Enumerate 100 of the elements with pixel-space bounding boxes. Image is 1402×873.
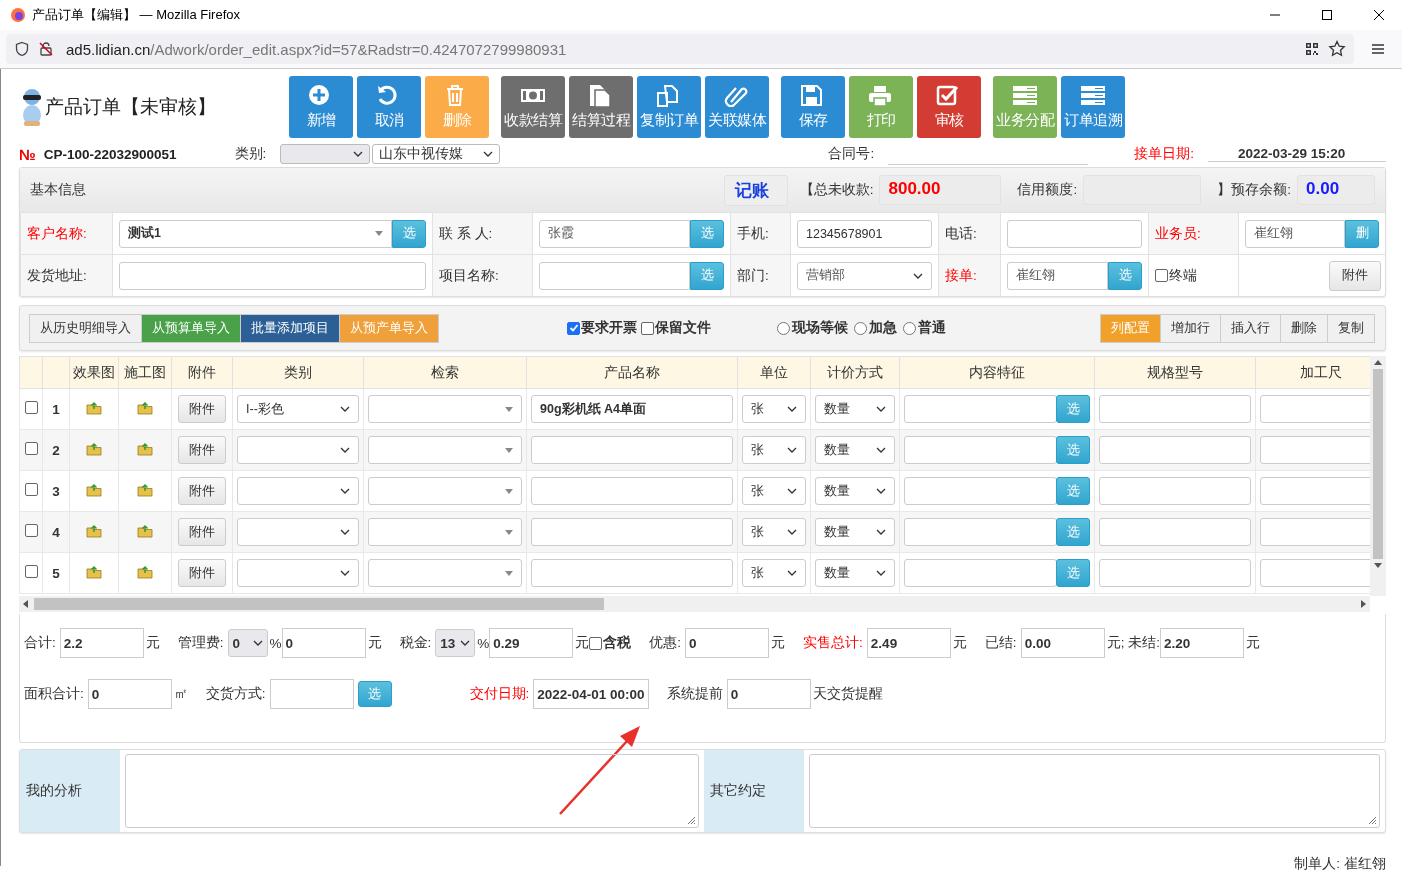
column-header: 计价方式 — [810, 356, 900, 389]
creator-name: 崔红翎 — [1344, 855, 1386, 873]
unit-label: 天交货提醒 — [812, 685, 883, 703]
unit-label: 元 — [145, 634, 160, 652]
input-field[interactable]: 崔红翎 — [1245, 219, 1345, 248]
checkbox-label: 含税 — [603, 634, 632, 652]
select-field[interactable]: 张 — [742, 436, 806, 464]
field-label: 电话: — [945, 224, 977, 243]
attachment-button[interactable]: 附件 — [178, 436, 226, 464]
field-label: 制单人: — [1294, 855, 1340, 873]
field-label: 手机: — [737, 224, 769, 243]
input-field[interactable]: 12345678901 — [797, 219, 932, 248]
select-field[interactable]: 张 — [742, 559, 806, 587]
import-button[interactable]: 从历史明细导入 — [29, 313, 142, 343]
input-field[interactable]: 0.00 — [1020, 628, 1105, 658]
field-label: 信用额度: — [1017, 181, 1078, 199]
input-field[interactable]: 2.20 — [1159, 628, 1244, 658]
input-field[interactable]: 0 — [281, 628, 366, 658]
select-field[interactable]: I--彩色 — [237, 395, 359, 423]
input-field[interactable]: 张霞 — [539, 219, 690, 248]
field-label: 优惠: — [649, 634, 682, 652]
select-field[interactable]: 张 — [742, 477, 806, 505]
field-label: 系统提前 — [666, 685, 723, 703]
field-label: 【总未收款: — [799, 181, 874, 199]
action-button[interactable]: 插入行 — [1220, 313, 1281, 343]
field-label: 实售总计: — [803, 634, 863, 652]
unit-label: 元 — [952, 634, 967, 652]
toolbar-button[interactable]: 关联媒体 — [705, 76, 769, 138]
toolbar-button[interactable]: 复制订单 — [637, 76, 701, 138]
select-field[interactable]: 数量 — [815, 436, 895, 464]
column-header: 规格型号 — [1094, 356, 1256, 389]
unit-label: % — [269, 635, 282, 651]
toolbar-button[interactable]: 审核 — [917, 76, 981, 138]
select-field[interactable]: 13 — [435, 629, 476, 657]
number-sign: № — [19, 145, 36, 163]
toolbar-button[interactable]: 收款结算 — [501, 76, 565, 138]
attachment-button[interactable]: 附件 — [178, 477, 226, 505]
field-label: 面积合计: — [24, 685, 84, 703]
column-header: 附件 — [171, 356, 233, 389]
attachment-button[interactable]: 附件 — [178, 559, 226, 587]
customer-combo-field[interactable]: 测试1 — [119, 219, 392, 248]
column-header: 加工尺 — [1255, 356, 1370, 389]
column-header: 施工图 — [118, 356, 172, 389]
company-select[interactable]: 山东中视传媒 — [372, 144, 501, 164]
amount-value: 0.00 — [1297, 175, 1375, 205]
toolbar-button[interactable]: 订单追溯 — [1061, 76, 1125, 138]
input-field[interactable]: 0 — [87, 679, 172, 709]
action-button[interactable]: 复制 — [1327, 313, 1375, 343]
select-field[interactable]: 数量 — [815, 477, 895, 505]
toolbar-button[interactable]: 取消 — [357, 76, 421, 138]
toolbar-button[interactable]: 保存 — [781, 76, 845, 138]
input-field[interactable]: 0.29 — [489, 628, 574, 658]
unit-label: 元 — [575, 634, 590, 652]
department-select[interactable]: 营销部 — [797, 261, 932, 290]
row-number: 1 — [42, 388, 70, 430]
input-field[interactable]: 0 — [726, 679, 811, 709]
attachment-button[interactable]: 附件 — [178, 395, 226, 423]
field-label: 接单: — [945, 266, 977, 285]
text-area[interactable]: 90g彩机纸 A4单面 — [531, 395, 733, 423]
input-field[interactable]: 2022-04-01 00:00 — [533, 679, 649, 709]
field-label: 项目名称: — [439, 266, 499, 285]
toolbar-button[interactable]: 结算过程 — [569, 76, 633, 138]
toolbar-button[interactable]: 新增 — [289, 76, 353, 138]
attachment-button[interactable]: 附件 — [1329, 260, 1381, 291]
field-label: 发货地址: — [27, 266, 87, 285]
select-field[interactable]: 数量 — [815, 559, 895, 587]
radio-label: 现场等候 — [792, 319, 848, 337]
unit-label: ㎡ — [173, 685, 188, 703]
unit-label: 元 — [1245, 634, 1260, 652]
import-button[interactable]: 批量添加项目 — [240, 313, 340, 343]
select-field[interactable]: 0 — [227, 629, 268, 657]
column-header: 产品名称 — [526, 356, 738, 389]
action-button[interactable]: 增加行 — [1160, 313, 1221, 343]
select-field[interactable]: 张 — [742, 518, 806, 546]
section-title: 基本信息 — [30, 181, 86, 199]
field-label: 联 系 人: — [439, 224, 493, 243]
field-label: 客户名称: — [27, 224, 87, 243]
select-field[interactable]: 数量 — [815, 518, 895, 546]
field-label: 】预存余额: — [1217, 181, 1291, 199]
row-number: 3 — [42, 470, 70, 512]
checkbox-label: 保留文件 — [655, 319, 711, 337]
amount-value: 800.00 — [879, 175, 1002, 205]
action-button[interactable]: 删除 — [1280, 313, 1328, 343]
select-field[interactable]: 张 — [742, 395, 806, 423]
field-label: 合计: — [24, 634, 56, 652]
field-label: 合同号: — [828, 145, 875, 163]
page-title: 产品订单【未审核】 — [45, 95, 216, 119]
field-label: 部门: — [737, 266, 769, 285]
order-date: 2022-03-29 15:20 — [1208, 146, 1386, 162]
input-field[interactable]: 2.49 — [866, 628, 951, 658]
column-header: 检索 — [363, 356, 527, 389]
select-field[interactable]: 数量 — [815, 395, 895, 423]
column-header: 内容特征 — [899, 356, 1095, 389]
address-bar[interactable]: ad5.lidian.cn/Adwork/order_edit.aspx?id=57&Radstr=0.4247072799980931 — [6, 34, 1354, 64]
attachment-button[interactable]: 附件 — [178, 518, 226, 546]
column-header: 效果图 — [69, 356, 119, 389]
input-field[interactable]: 0 — [685, 628, 770, 658]
checkbox-label: 要求开票 — [581, 319, 637, 337]
input-field[interactable]: 2.2 — [59, 628, 144, 658]
input-field[interactable]: 崔红翎 — [1007, 261, 1108, 290]
